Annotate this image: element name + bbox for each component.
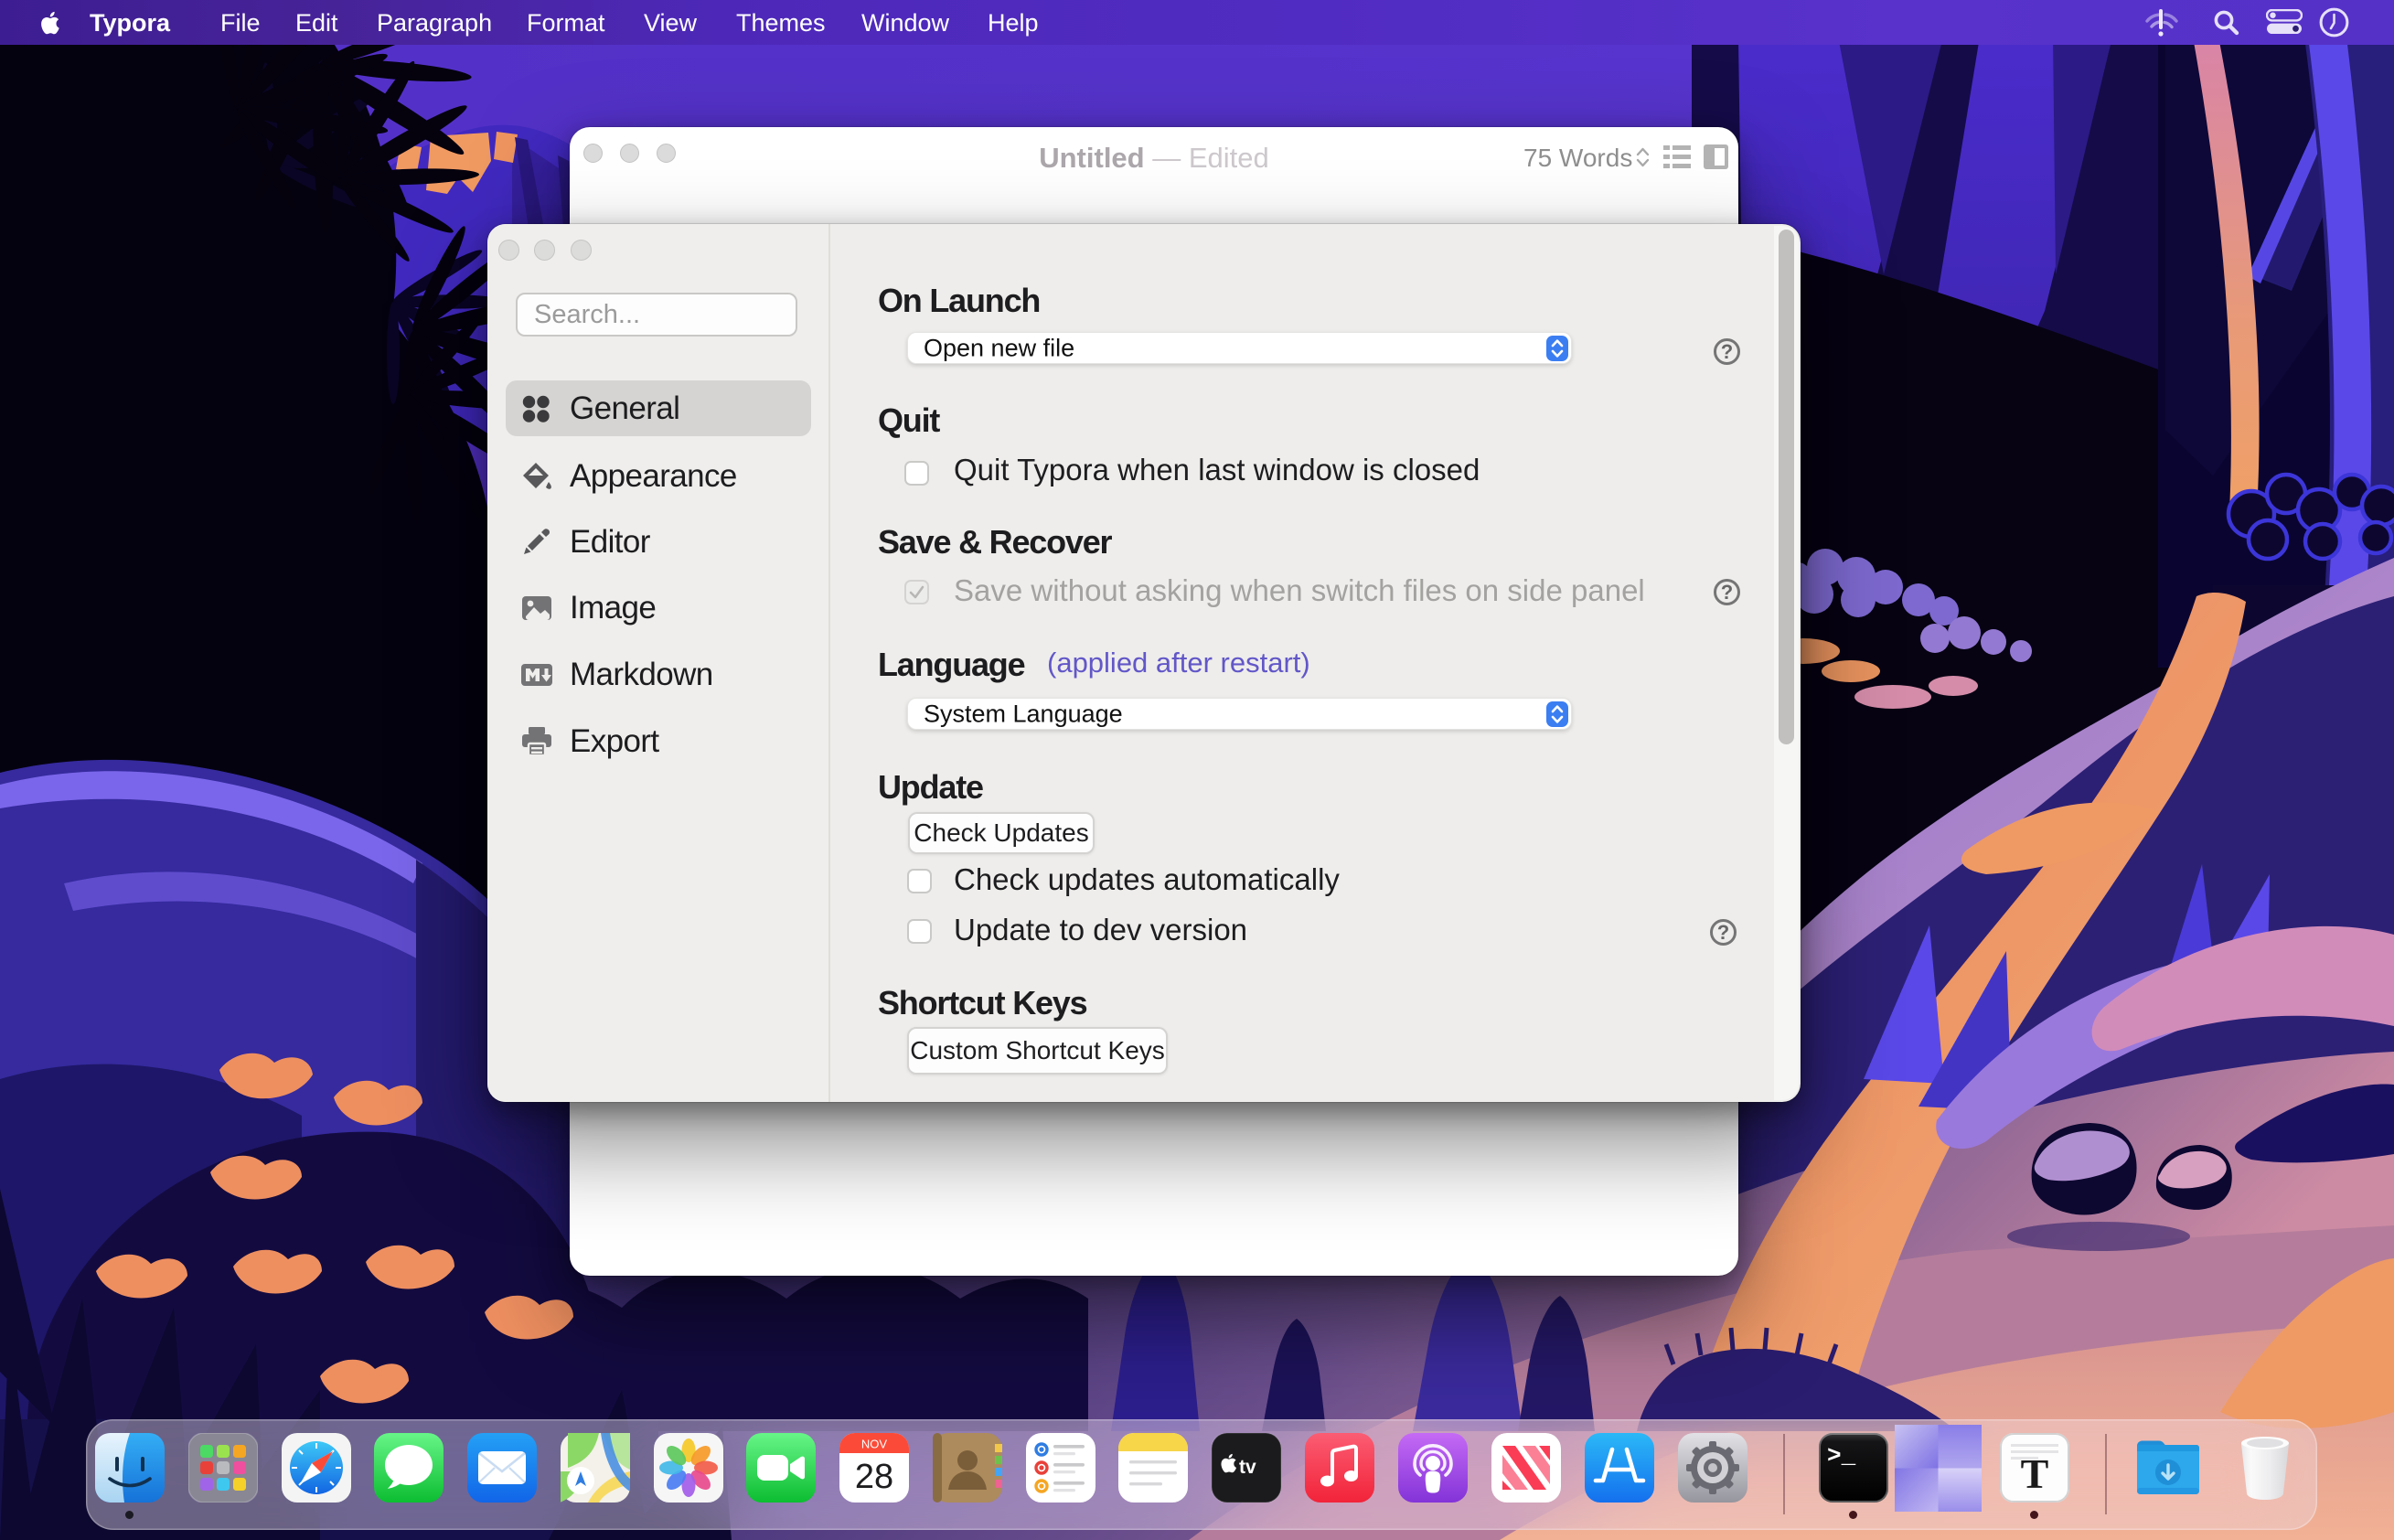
svg-text:NOV: NOV [861,1438,888,1451]
svg-text:>_: >_ [1827,1442,1856,1470]
svg-text:T: T [2021,1450,2049,1497]
svg-text:tv: tv [1239,1457,1256,1478]
svg-text:28: 28 [855,1458,893,1496]
